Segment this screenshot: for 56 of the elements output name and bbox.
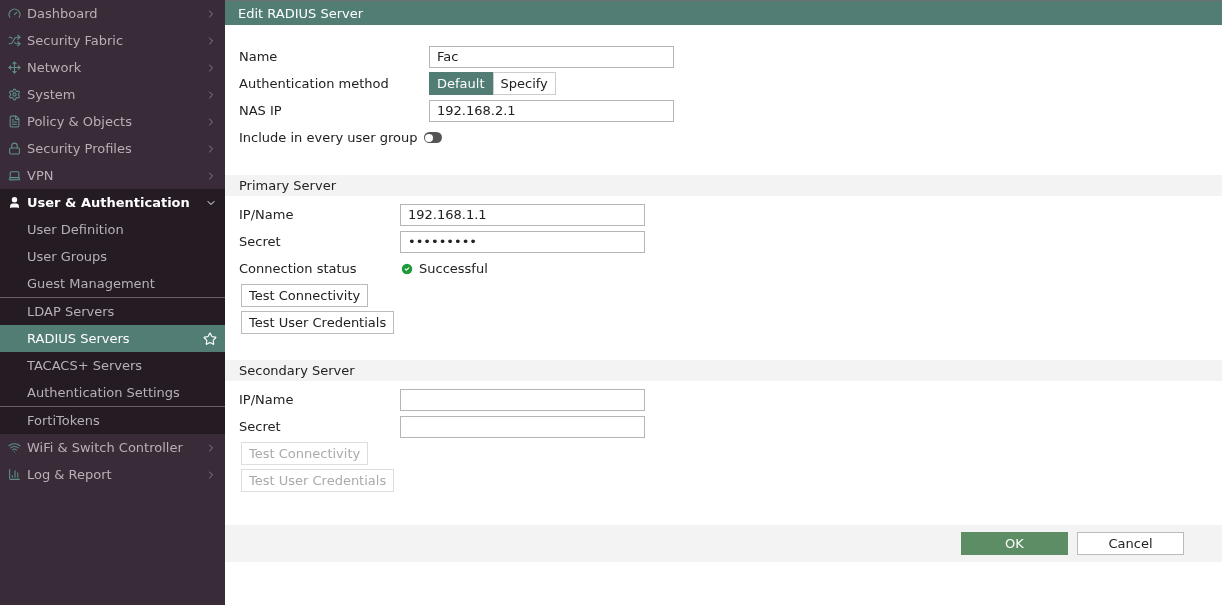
field-label: Secret [239,234,282,249]
sidebar-subitem[interactable]: FortiTokens [0,407,225,434]
check-circle-icon [400,261,414,276]
field-label: NAS IP [239,103,283,118]
ip-name-field[interactable] [400,388,645,411]
secret-field[interactable]: ••••••••• [400,230,645,253]
toggle-switch[interactable] [423,132,442,143]
sidebar-item[interactable]: Policy & Objects [0,108,225,135]
secret-field[interactable] [400,415,645,438]
gauge-icon [8,7,21,20]
sidebar-item[interactable]: Log & Report [0,461,225,488]
sidebar-subitem[interactable]: User Definition [0,216,225,243]
sidebar-item[interactable]: System [0,81,225,108]
field-label: Secret [239,419,282,434]
sidebar-subitem[interactable]: Guest Management [0,270,225,297]
user-icon [8,196,21,209]
sidebar-subitem[interactable]: LDAP Servers [0,298,225,325]
sidebar-item[interactable]: WiFi & Switch Controller [0,434,225,461]
wifi-icon [8,441,21,454]
field-label: Name [239,49,279,64]
field-label: IP/Name [239,207,295,222]
section-header: Secondary Server [225,360,1222,381]
laptop-icon [8,169,21,182]
test-button[interactable]: Test Connectivity [241,284,369,307]
sidebar-item[interactable]: Dashboard [0,0,225,27]
sidebar-subitem[interactable]: Authentication Settings [0,379,225,406]
field-label: Authentication method [239,76,390,91]
move-arrows-icon [8,61,21,74]
name-field[interactable]: Fac [429,45,674,68]
section-header: Primary Server [225,175,1222,196]
sidebar-subitem[interactable]: RADIUS Servers [0,325,225,352]
ip-name-field[interactable]: 192.168.1.1 [400,203,645,226]
test-button[interactable]: Test User Credentials [241,311,395,334]
nas-ip-field[interactable]: 192.168.2.1 [429,99,674,122]
connection-status: Successful [400,261,1208,276]
sidebar-item[interactable]: VPN [0,162,225,189]
segment-button[interactable]: Default [429,72,493,95]
field-label: Connection status [239,261,358,276]
sidebar-subitem[interactable]: TACACS+ Servers [0,352,225,379]
sidebar-item[interactable]: Security Fabric [0,27,225,54]
field-label: IP/Name [239,392,295,407]
ok-button[interactable]: OK [961,532,1068,555]
bar-chart-icon [8,468,21,481]
settings-icon [8,88,21,101]
sidebar-item[interactable]: Security Profiles [0,135,225,162]
star-icon[interactable] [203,331,217,346]
sidebar-subitem[interactable]: User Groups [0,243,225,270]
document-icon [8,115,21,128]
sidebar-item[interactable]: User & Authentication [0,189,225,216]
segment-button[interactable]: Specify [492,72,556,95]
sidebar-item[interactable]: Network [0,54,225,81]
cancel-button[interactable]: Cancel [1077,532,1184,555]
lock-icon [8,142,21,155]
crossed-arrows-icon [8,34,21,47]
toggle-label: Include in every user group [239,130,418,145]
panel-title: Edit RADIUS Server [225,1,1222,25]
